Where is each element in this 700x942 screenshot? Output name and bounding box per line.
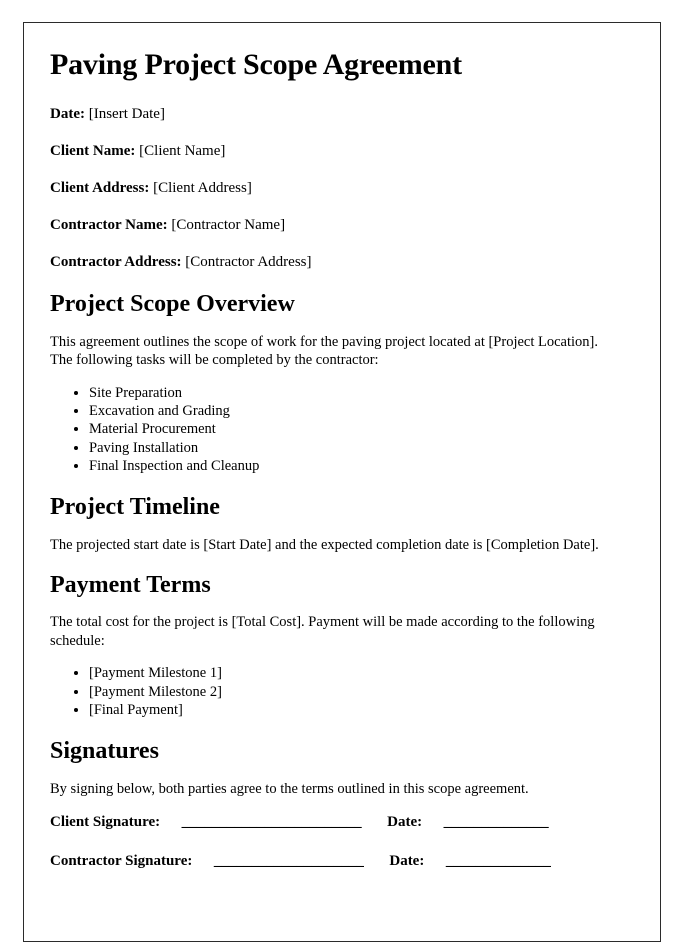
section-project-timeline: Project Timeline The projected start dat… bbox=[50, 493, 634, 554]
list-scope-tasks: Site Preparation Excavation and Grading … bbox=[50, 384, 634, 475]
meta-row-client-address: Client Address: [Client Address] bbox=[50, 179, 634, 197]
document-body: Paving Project Scope Agreement Date: [In… bbox=[24, 23, 660, 870]
client-signature-line[interactable]: ________________________ bbox=[182, 814, 362, 830]
list-payment-milestones: [Payment Milestone 1] [Payment Milestone… bbox=[50, 664, 634, 719]
list-item: Paving Installation bbox=[89, 439, 634, 457]
section-project-scope-overview: Project Scope Overview This agreement ou… bbox=[50, 290, 634, 475]
document-page: Paving Project Scope Agreement Date: [In… bbox=[23, 22, 661, 942]
list-item: Material Procurement bbox=[89, 420, 634, 438]
document-metadata: Date: [Insert Date] Client Name: [Client… bbox=[50, 105, 634, 271]
contractor-date-label: Date: bbox=[389, 852, 425, 869]
meta-value-contractor-address: [Contractor Address] bbox=[185, 254, 312, 270]
list-item: Excavation and Grading bbox=[89, 402, 634, 420]
paragraph-project-scope-overview: This agreement outlines the scope of wor… bbox=[50, 333, 598, 369]
heading-signatures: Signatures bbox=[50, 738, 159, 765]
contractor-signature-line[interactable]: ____________________ bbox=[214, 853, 364, 869]
list-item: [Final Payment] bbox=[89, 701, 634, 719]
meta-value-client-name: [Client Name] bbox=[139, 143, 226, 159]
meta-row-contractor-address: Contractor Address: [Contractor Address] bbox=[50, 253, 634, 271]
paragraph-payment-terms: The total cost for the project is [Total… bbox=[50, 614, 595, 649]
section-payment-terms: Payment Terms The total cost for the pro… bbox=[50, 571, 634, 720]
page-title: Paving Project Scope Agreement bbox=[50, 48, 462, 81]
paragraph-signatures: By signing below, both parties agree to … bbox=[50, 781, 529, 798]
meta-label-contractor-name: Contractor Name: bbox=[50, 217, 168, 233]
client-date-line[interactable]: ______________ bbox=[444, 814, 549, 830]
list-item: Site Preparation bbox=[89, 384, 634, 402]
section-signatures: Signatures By signing below, both partie… bbox=[50, 737, 634, 869]
meta-label-contractor-address: Contractor Address: bbox=[50, 254, 182, 270]
heading-payment-terms: Payment Terms bbox=[50, 571, 211, 598]
heading-project-scope-overview: Project Scope Overview bbox=[50, 291, 295, 317]
contractor-signature-label: Contractor Signature: bbox=[50, 852, 193, 869]
list-item: [Payment Milestone 2] bbox=[89, 683, 634, 701]
signature-row-contractor: Contractor Signature: __________________… bbox=[50, 852, 634, 870]
client-signature-label: Client Signature: bbox=[50, 813, 161, 830]
meta-value-client-address: [Client Address] bbox=[153, 180, 252, 196]
list-item: [Payment Milestone 1] bbox=[89, 664, 634, 682]
meta-label-client-name: Client Name: bbox=[50, 143, 136, 159]
meta-value-date: [Insert Date] bbox=[88, 106, 165, 122]
meta-label-date: Date: bbox=[50, 106, 85, 122]
paragraph-project-timeline: The projected start date is [Start Date]… bbox=[50, 537, 599, 554]
meta-label-client-address: Client Address: bbox=[50, 180, 150, 196]
heading-project-timeline: Project Timeline bbox=[50, 494, 220, 521]
meta-value-contractor-name: [Contractor Name] bbox=[171, 217, 286, 233]
signature-row-client: Client Signature: ______________________… bbox=[50, 813, 634, 831]
list-item: Final Inspection and Cleanup bbox=[89, 457, 634, 475]
meta-row-contractor-name: Contractor Name: [Contractor Name] bbox=[50, 216, 634, 234]
meta-row-date: Date: [Insert Date] bbox=[50, 105, 634, 123]
meta-row-client-name: Client Name: [Client Name] bbox=[50, 142, 634, 160]
client-date-label: Date: bbox=[387, 813, 423, 830]
contractor-date-line[interactable]: ______________ bbox=[446, 853, 551, 869]
